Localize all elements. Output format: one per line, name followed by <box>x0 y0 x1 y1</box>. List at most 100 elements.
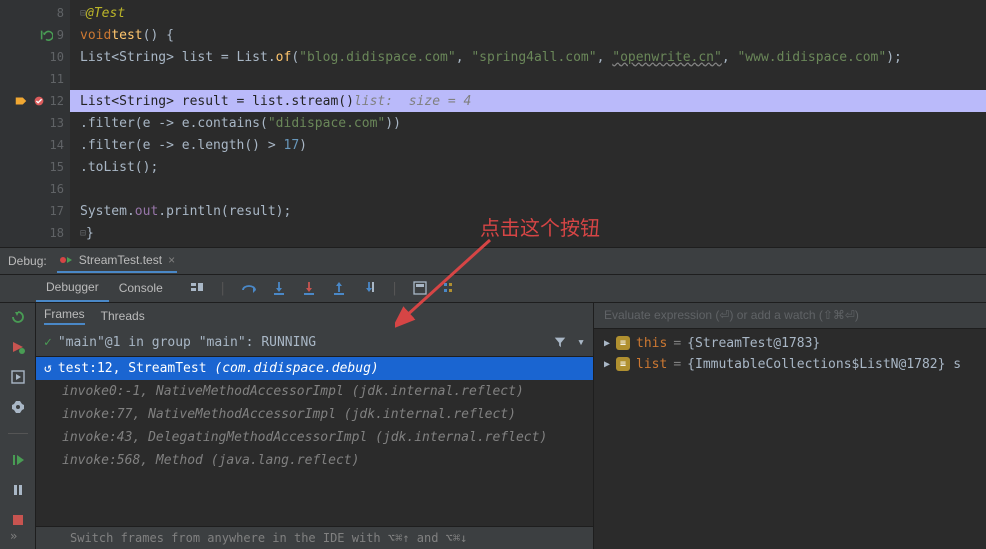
code-text: } <box>86 226 94 241</box>
keyword: void <box>80 28 111 43</box>
variables-list[interactable]: ▶ ≡ this = {StreamTest@1783} ▶ ≡ list = … <box>594 329 986 379</box>
debug-side-toolbar <box>0 303 36 549</box>
frame-row[interactable]: invoke:77, NativeMethodAccessorImpl (jdk… <box>36 403 593 426</box>
var-badge-icon: ≡ <box>616 336 630 350</box>
annotation-label: 点击这个按钮 <box>480 212 600 241</box>
frame-row[interactable]: ↺ test:12, StreamTest (com.didispace.debu… <box>36 357 593 380</box>
chevron-right-icon[interactable]: ▶ <box>604 338 610 349</box>
execution-point-icon <box>14 94 28 108</box>
code-text: .println(result); <box>158 204 291 219</box>
inline-hint: list: <box>354 94 393 109</box>
line-number: 13 <box>50 116 64 130</box>
check-icon: ✓ <box>44 335 52 350</box>
line-number: 17 <box>50 204 64 218</box>
step-over-icon[interactable] <box>241 280 257 296</box>
frame-restart-icon[interactable]: ↺ <box>44 361 52 376</box>
debug-toolwindow-header: Debug: StreamTest.test × <box>0 247 986 275</box>
frames-hint: » Switch frames from anywhere in the IDE… <box>36 526 593 549</box>
code-editor[interactable]: 8 9 10 11 12 13 14 15 16 17 18 19 20 ⊟ @… <box>0 0 986 247</box>
line-number: 11 <box>50 72 64 86</box>
code-text: System. <box>80 204 135 219</box>
frame-row[interactable]: invoke:43, DelegatingMethodAccessorImpl … <box>36 426 593 449</box>
rerun-icon[interactable] <box>10 309 26 325</box>
string-literal: "spring4all.com" <box>471 50 596 65</box>
layout-icon[interactable] <box>189 280 205 296</box>
modify-run-icon[interactable] <box>10 339 26 355</box>
string-literal: "www.didispace.com" <box>737 50 886 65</box>
stop-icon[interactable] <box>10 512 26 528</box>
close-icon[interactable]: × <box>168 253 175 267</box>
evaluate-icon[interactable] <box>412 280 428 296</box>
frame-package: (jdk.internal.reflect) <box>375 430 547 445</box>
frame-row[interactable]: invoke0:-1, NativeMethodAccessorImpl (jd… <box>36 380 593 403</box>
step-into-icon[interactable] <box>271 280 287 296</box>
var-eq: = <box>673 336 681 351</box>
var-value: {ImmutableCollections$ListN@1782} s <box>687 357 961 372</box>
gutter: 8 9 10 11 12 13 14 15 16 17 18 19 20 <box>0 0 70 247</box>
code-text: ) <box>299 138 307 153</box>
variables-panel: Evaluate expression (⏎) or add a watch (… <box>594 303 986 549</box>
pause-icon[interactable] <box>10 482 26 498</box>
code-text: .filter(e -> e.contains( <box>80 116 268 131</box>
resume-icon[interactable] <box>10 452 26 468</box>
dropdown-icon[interactable]: ▾ <box>577 335 585 350</box>
current-execution-line: List<String> result = list.stream() list… <box>70 90 986 112</box>
variable-row[interactable]: ▶ ≡ list = {ImmutableCollections$ListN@1… <box>594 354 986 375</box>
number-literal: 17 <box>284 138 300 153</box>
test-config-icon <box>59 253 73 267</box>
code-text: .toList(); <box>80 160 158 175</box>
stop-and-rerun-icon[interactable] <box>10 369 26 385</box>
code-text: )) <box>385 116 401 131</box>
frame-text: invoke0:-1, NativeMethodAccessorImpl <box>62 384 352 399</box>
method-name: test <box>111 28 142 43</box>
var-name: list <box>636 357 667 372</box>
tab-console[interactable]: Console <box>109 275 173 302</box>
annotation: @Test <box>86 6 125 21</box>
expand-icon[interactable]: » <box>10 529 17 543</box>
tab-debugger[interactable]: Debugger <box>36 275 109 302</box>
code-text: List<String> result = list.stream() <box>80 94 354 109</box>
tab-threads[interactable]: Threads <box>101 309 145 323</box>
debug-tab-label: StreamTest.test <box>79 253 162 267</box>
var-value: {StreamTest@1783} <box>687 336 820 351</box>
chevron-right-icon[interactable]: ▶ <box>604 359 610 370</box>
frame-row[interactable]: invoke:568, Method (java.lang.reflect) <box>36 449 593 472</box>
debug-toolbar: Debugger Console | | <box>0 275 986 303</box>
debug-run-tab[interactable]: StreamTest.test × <box>57 249 177 273</box>
trace-stream-icon[interactable] <box>442 280 458 296</box>
code-area[interactable]: ⊟ @Test void test() { List<String> list … <box>70 0 986 247</box>
frame-package: (java.lang.reflect) <box>211 453 360 468</box>
frame-text: invoke:77, NativeMethodAccessorImpl <box>62 407 344 422</box>
filter-icon[interactable] <box>553 335 567 349</box>
settings-icon[interactable] <box>10 399 26 415</box>
frame-package: (jdk.internal.reflect) <box>344 407 516 422</box>
variable-row[interactable]: ▶ ≡ this = {StreamTest@1783} <box>594 333 986 354</box>
line-number: 10 <box>50 50 64 64</box>
frames-status-bar: ✓ "main"@1 in group "main": RUNNING ▾ <box>36 329 593 357</box>
code-text: .filter(e -> e.length() > <box>80 138 284 153</box>
force-step-into-icon[interactable] <box>301 280 317 296</box>
debug-label: Debug: <box>8 254 47 268</box>
frame-package: (jdk.internal.reflect) <box>352 384 524 399</box>
run-to-cursor-icon[interactable] <box>361 280 377 296</box>
line-number: 16 <box>50 182 64 196</box>
method-name: of <box>276 50 292 65</box>
string-literal: "blog.didispace.com" <box>299 50 456 65</box>
frames-panel: Frames Threads ✓ "main"@1 in group "main… <box>36 303 594 549</box>
rerun-icon[interactable] <box>39 28 53 42</box>
frame-package: (com.didispace.debug) <box>214 361 378 376</box>
hint-text: Switch frames from anywhere in the IDE w… <box>70 531 467 545</box>
step-out-icon[interactable] <box>331 280 347 296</box>
var-badge-icon: ≡ <box>616 357 630 371</box>
evaluate-input[interactable]: Evaluate expression (⏎) or add a watch (… <box>594 303 986 329</box>
field-ref: out <box>135 204 158 219</box>
tab-frames[interactable]: Frames <box>44 307 85 325</box>
breakpoint-icon[interactable] <box>32 94 46 108</box>
code-text: List<String> list = List. <box>80 50 276 65</box>
var-eq: = <box>673 357 681 372</box>
frame-text: test:12, StreamTest <box>58 361 215 376</box>
frames-list[interactable]: ↺ test:12, StreamTest (com.didispace.debu… <box>36 357 593 527</box>
inline-hint: size = 4 <box>409 94 472 109</box>
line-number: 8 <box>57 6 64 20</box>
thread-status: "main"@1 in group "main": RUNNING <box>58 335 316 350</box>
